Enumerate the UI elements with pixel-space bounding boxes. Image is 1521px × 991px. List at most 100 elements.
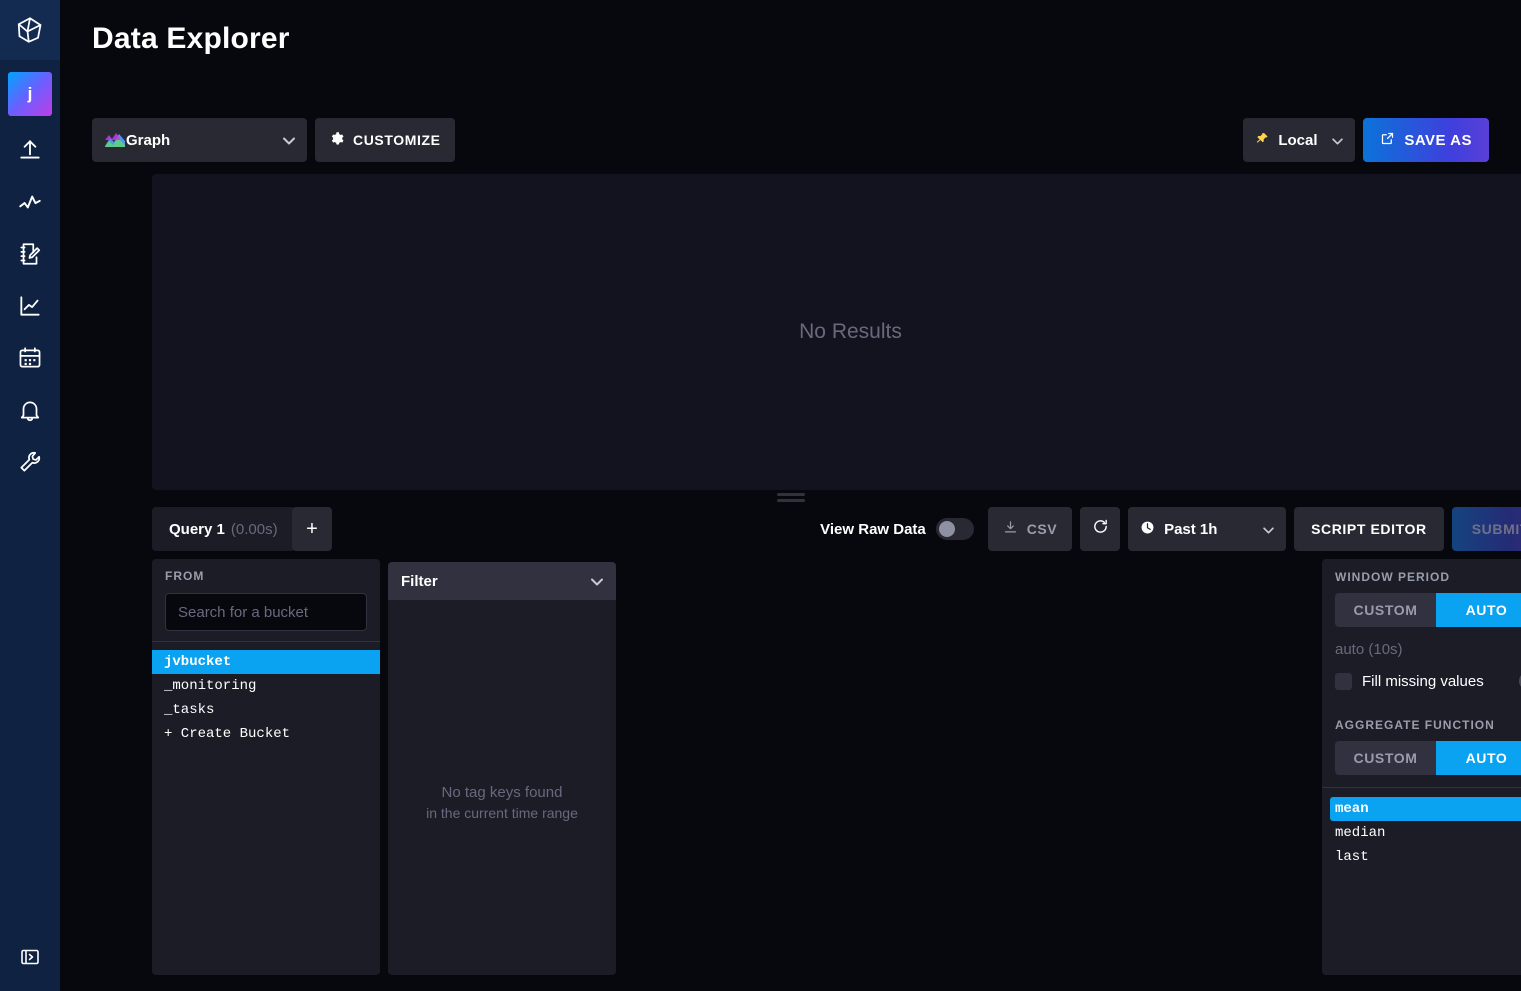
refresh-button[interactable] [1080, 507, 1121, 551]
visualization-toolbar: Graph CUSTOMIZE Local SAVE AS [92, 118, 1489, 162]
from-panel-header: FROM [165, 569, 205, 583]
filter-empty-line-1: No tag keys found [441, 783, 563, 801]
sidebar-item-dashboards[interactable] [0, 280, 60, 332]
save-as-button-label: SAVE AS [1404, 131, 1472, 149]
pin-icon [1255, 131, 1269, 150]
bucket-list-item[interactable]: _tasks [152, 698, 380, 722]
toggle-knob [938, 521, 955, 537]
query-settings-panel: WINDOW PERIOD CUSTOM AUTO auto (10s) Fil… [1322, 559, 1521, 975]
window-period-label: WINDOW PERIOD [1335, 570, 1450, 584]
gear-icon [329, 131, 344, 150]
filter-empty-line-2: in the current time range [426, 804, 578, 821]
aggregate-function-label-item: median [1335, 825, 1386, 841]
customize-button[interactable]: CUSTOMIZE [315, 118, 455, 162]
save-as-button[interactable]: SAVE AS [1363, 118, 1489, 162]
data-explorer-page: Data Explorer Graph CUSTOMIZE Local SAVE… [60, 0, 1521, 991]
graph-type-icon [104, 132, 126, 148]
bucket-search-wrapper [152, 593, 380, 641]
local-dropdown-label: Local [1278, 131, 1318, 149]
query-toolbar: Query 1 (0.00s) + View Raw Data CSV Past… [152, 507, 1521, 551]
aggregate-custom-button[interactable]: CUSTOM [1335, 741, 1436, 775]
bell-alerts-icon [17, 397, 43, 423]
upload-data-icon [17, 137, 43, 163]
bucket-search-input[interactable] [165, 593, 367, 631]
fill-missing-values-label: Fill missing values [1362, 672, 1484, 690]
org-avatar[interactable]: j [8, 72, 52, 116]
influxdb-logo-icon[interactable] [0, 0, 60, 60]
view-raw-data-toggle[interactable] [935, 518, 974, 540]
filter-panel: Filter No tag keys found in the current … [388, 562, 616, 975]
time-range-label: Past 1h [1164, 520, 1218, 538]
window-period-custom-button[interactable]: CUSTOM [1335, 593, 1436, 627]
org-avatar-label: j [27, 84, 33, 103]
fill-missing-values-row[interactable]: Fill missing values ? [1322, 668, 1521, 694]
external-link-icon [1380, 131, 1395, 150]
query-toolbar-right-group: View Raw Data CSV Past 1h SCRIPT EDITOR … [820, 507, 1521, 551]
window-period-toggle-group: CUSTOM AUTO [1335, 593, 1521, 627]
pulse-explore-icon [17, 189, 43, 215]
line-chart-icon [17, 293, 43, 319]
local-dropdown[interactable]: Local [1243, 118, 1356, 162]
download-icon [1003, 520, 1018, 538]
aggregate-function-label-item: last [1335, 849, 1369, 865]
chevron-down-icon [283, 132, 295, 149]
sidebar-item-settings[interactable] [0, 436, 60, 488]
panel-expand-icon [18, 945, 42, 969]
aggregate-function-item[interactable]: mean [1330, 797, 1521, 821]
window-period-auto-button[interactable]: AUTO [1436, 593, 1521, 627]
chevron-down-icon [1263, 521, 1274, 538]
page-title: Data Explorer [92, 22, 290, 55]
create-bucket-button[interactable]: + Create Bucket [152, 722, 380, 746]
aggregate-function-item[interactable]: median [1330, 821, 1521, 845]
aggregate-function-list: mean median last [1322, 787, 1521, 869]
aggregate-function-item[interactable]: last [1330, 845, 1521, 869]
add-query-button[interactable]: + [292, 507, 332, 551]
calendar-tasks-icon [17, 345, 43, 371]
view-type-label: Graph [126, 131, 171, 149]
aggregate-function-label: AGGREGATE FUNCTION [1335, 718, 1495, 732]
view-raw-data-control[interactable]: View Raw Data [820, 518, 974, 540]
filter-panel-empty-state: No tag keys found in the current time ra… [388, 600, 616, 975]
aggregate-function-toggle-group: CUSTOM AUTO [1335, 741, 1521, 775]
bucket-list-item[interactable]: jvbucket [152, 650, 380, 674]
bucket-list-item[interactable]: _monitoring [152, 674, 380, 698]
fill-missing-values-checkbox[interactable] [1335, 672, 1352, 690]
sidebar-item-tasks[interactable] [0, 332, 60, 384]
sidebar-item-notebooks[interactable] [0, 228, 60, 280]
sidebar-item-load-data[interactable] [0, 124, 60, 176]
from-panel: FROM jvbucket _monitoring _tasks + Creat… [152, 559, 380, 975]
script-editor-button[interactable]: SCRIPT EDITOR [1294, 507, 1444, 551]
sidebar-item-alerts[interactable] [0, 384, 60, 436]
notebook-edit-icon [17, 241, 43, 267]
bucket-label: jvbucket [164, 654, 232, 670]
clock-icon [1140, 520, 1155, 539]
viz-toolbar-right-group: Local SAVE AS [1243, 118, 1489, 162]
query-tab-name: Query 1 [169, 520, 225, 538]
download-csv-button[interactable]: CSV [987, 507, 1073, 551]
plus-icon: + [306, 517, 318, 540]
create-bucket-label: + Create Bucket [164, 726, 291, 742]
panel-resize-handle[interactable] [60, 490, 1521, 504]
sidebar-expand-button[interactable] [0, 933, 60, 981]
sidebar-item-explore[interactable] [0, 176, 60, 228]
refresh-icon [1092, 518, 1109, 540]
left-nav-bar: j [0, 0, 60, 991]
wrench-settings-icon [17, 449, 43, 475]
time-range-dropdown[interactable]: Past 1h [1128, 507, 1287, 551]
query-tab[interactable]: Query 1 (0.00s) [152, 507, 295, 551]
window-period-auto-value: auto (10s) [1335, 641, 1403, 658]
view-raw-data-label: View Raw Data [820, 520, 926, 538]
aggregate-auto-button[interactable]: AUTO [1436, 741, 1521, 775]
submit-button[interactable]: SUBMIT [1451, 507, 1521, 551]
empty-state-message: No Results [799, 320, 902, 343]
query-tab-duration: (0.00s) [230, 520, 278, 538]
customize-button-label: CUSTOMIZE [353, 132, 441, 148]
view-type-dropdown[interactable]: Graph [92, 118, 307, 162]
download-csv-label: CSV [1026, 521, 1058, 537]
visualization-panel: No Results [152, 174, 1521, 490]
filter-panel-header[interactable]: Filter [388, 562, 616, 600]
bucket-label: _tasks [164, 702, 215, 718]
script-editor-label: SCRIPT EDITOR [1311, 521, 1427, 537]
chevron-down-icon [591, 573, 603, 590]
bucket-list: jvbucket _monitoring _tasks + Create Buc… [152, 642, 380, 746]
